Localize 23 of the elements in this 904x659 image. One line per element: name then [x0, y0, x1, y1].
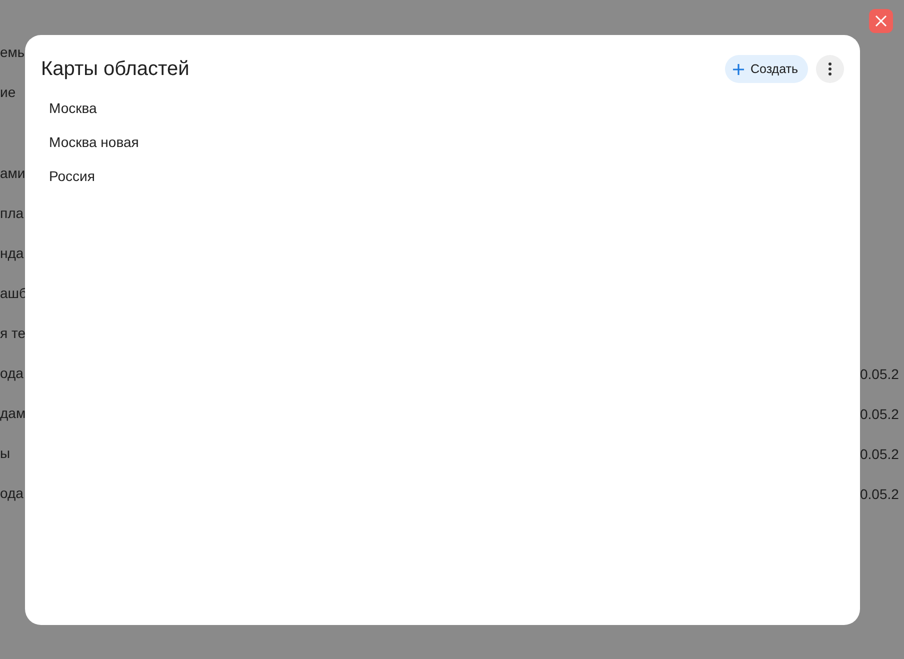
create-button[interactable]: Создать: [725, 55, 808, 83]
more-menu-button[interactable]: [816, 55, 844, 83]
region-map-item[interactable]: Москва: [41, 91, 844, 125]
background-date: 0.05.2: [860, 366, 899, 382]
background-date: 0.05.2: [860, 446, 899, 462]
background-date: 0.05.2: [860, 486, 899, 502]
background-text: пла: [0, 205, 24, 221]
background-text: ода: [0, 365, 24, 381]
background-text: ами: [0, 165, 26, 181]
background-date: 0.05.2: [860, 406, 899, 422]
plus-icon: [733, 64, 744, 74]
region-map-item[interactable]: Москва новая: [41, 125, 844, 159]
background-text: дам: [0, 405, 26, 421]
background-text: ы: [0, 445, 10, 461]
background-text: ие: [0, 84, 16, 100]
background-text: ода: [0, 485, 24, 501]
region-map-item[interactable]: Россия: [41, 159, 844, 193]
background-text: я те: [0, 325, 26, 341]
more-icon: [828, 62, 832, 76]
background-text: нда: [0, 245, 24, 261]
close-icon: [875, 15, 887, 27]
dialog-title: Карты областей: [41, 57, 190, 81]
close-button[interactable]: [869, 9, 893, 33]
